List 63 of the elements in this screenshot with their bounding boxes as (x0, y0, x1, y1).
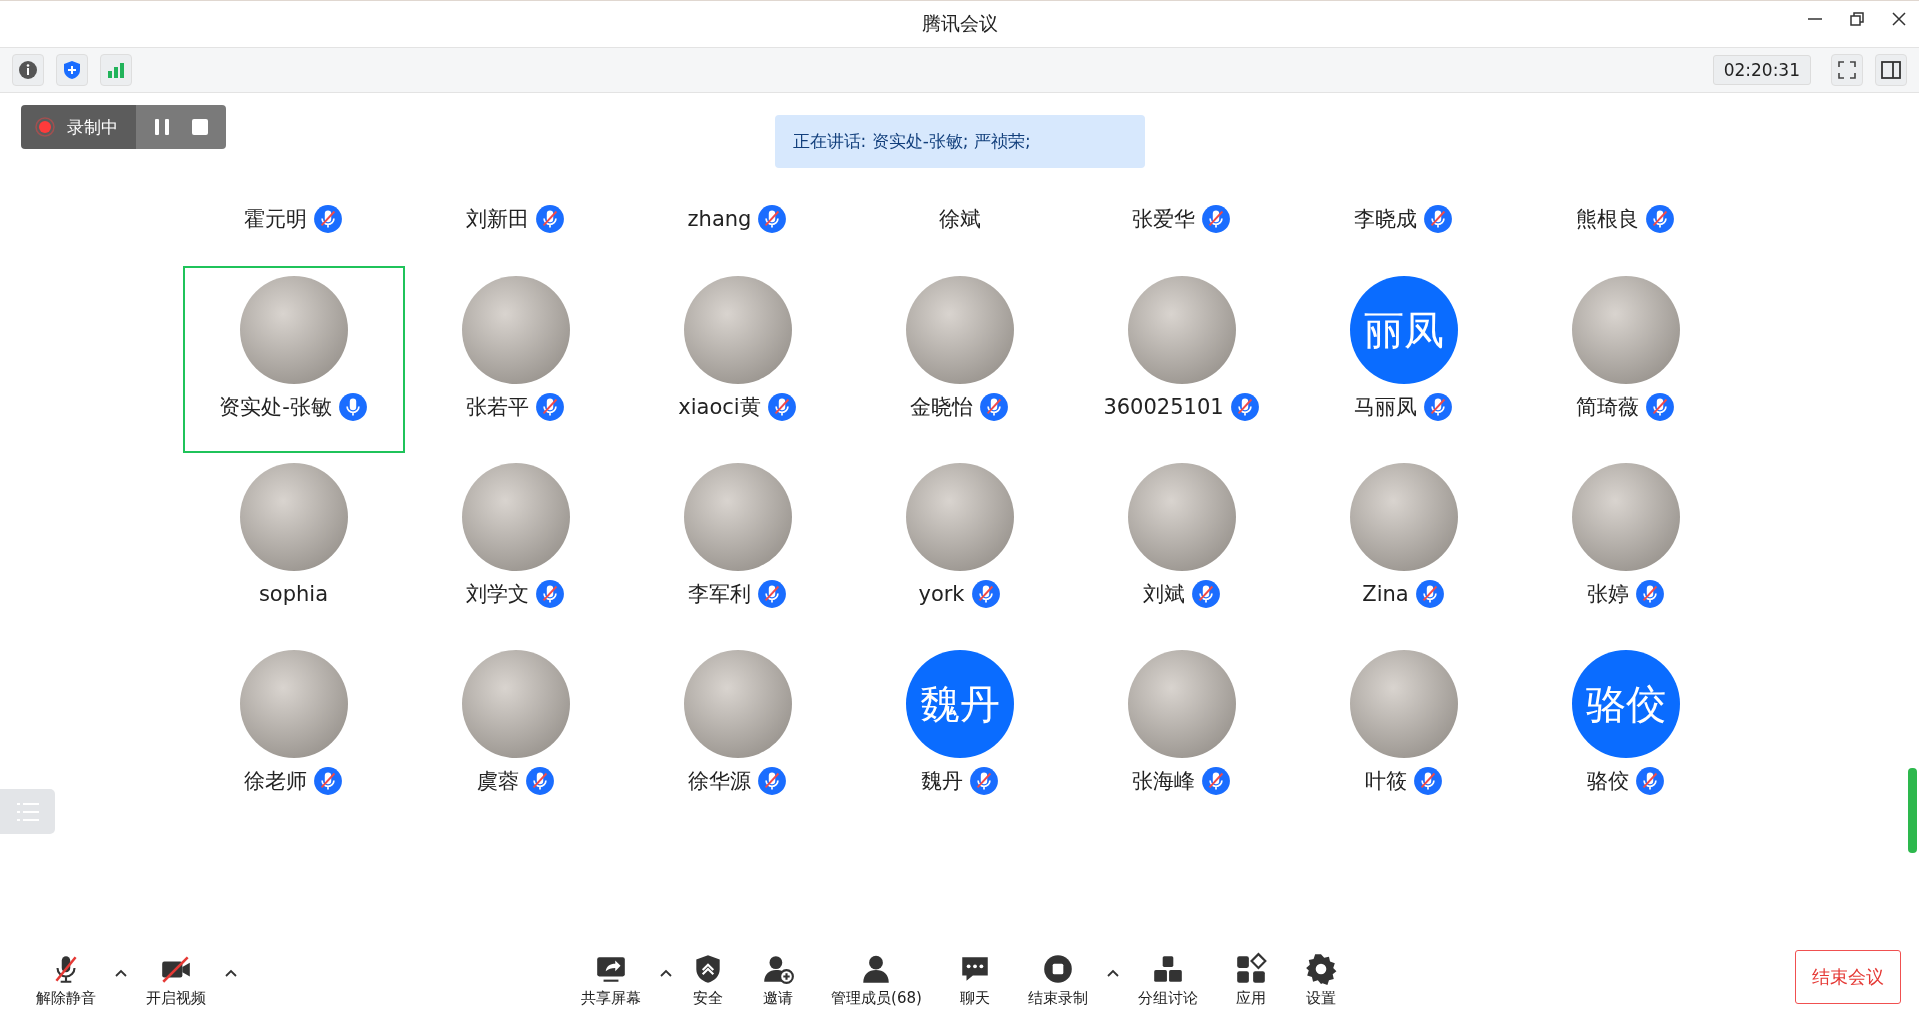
participant-name: 张若平 (466, 394, 529, 421)
sidebar-button[interactable] (1875, 54, 1907, 86)
participant-name: 李军利 (688, 581, 751, 608)
avatar-initials: 丽凤 (1349, 276, 1458, 384)
caret-icon[interactable] (114, 968, 128, 978)
participant-name: sophia (258, 582, 329, 606)
toolbar-button[interactable]: 结束录制 (1009, 952, 1106, 1008)
speaking-banner: 正在讲话: 资实处-张敏; 严祯荣; (774, 115, 1145, 168)
toolbar-button[interactable]: 邀请 (743, 952, 814, 1008)
sidebar-icon (1880, 59, 1902, 81)
participant-name: 刘学文 (466, 581, 529, 608)
participant-name: 马丽凤 (1354, 394, 1417, 421)
participant-name: 熊根良 (1576, 206, 1639, 233)
participant-name: 徐老师 (244, 768, 307, 795)
participant-tile[interactable]: 资实处-张敏 (182, 266, 405, 453)
fullscreen-button[interactable] (1831, 54, 1863, 86)
caret-icon[interactable] (659, 968, 674, 978)
participant-name: 李晓成 (1354, 206, 1417, 233)
participant-name: 魏丹 (920, 768, 963, 795)
toolbar-button[interactable]: 分组讨论 (1119, 952, 1216, 1008)
participant-name: 金晓怡 (910, 394, 973, 421)
participant-name: 霍元明 (244, 206, 307, 233)
list-toggle-button[interactable] (0, 789, 55, 834)
participant-name: zhang (687, 207, 752, 231)
toolbar-button[interactable]: 管理成员(68) (813, 952, 940, 1008)
participant-name: 360025101 (1103, 395, 1224, 419)
restore-icon[interactable] (1847, 9, 1867, 29)
meeting-timer: 02:20:31 (1712, 55, 1811, 85)
participant-name: 徐华源 (688, 768, 751, 795)
participant-name: 张爱华 (1132, 206, 1195, 233)
avatar-initials: 魏丹 (905, 650, 1014, 758)
participant-name: Zina (1362, 582, 1409, 606)
participant-name: 张海峰 (1132, 768, 1195, 795)
caret-icon[interactable] (224, 968, 238, 978)
participant-name: 骆佼 (1586, 768, 1629, 795)
toolbar-button[interactable]: 共享屏幕 (563, 952, 660, 1008)
avatar-initials: 骆佼 (1571, 650, 1680, 758)
fullscreen-icon (1836, 59, 1858, 81)
toolbar-button[interactable]: 设置 (1285, 952, 1356, 1008)
participant-name: 刘新田 (466, 206, 529, 233)
participant-name: 简琦薇 (1576, 394, 1639, 421)
participant-name: 徐斌 (938, 206, 981, 233)
participant-name: 叶筱 (1364, 768, 1407, 795)
toolbar-button[interactable]: 聊天 (939, 952, 1010, 1008)
participant-name: xiaoci黄 (678, 394, 761, 421)
toolbar-button[interactable]: 开启视频 (128, 952, 224, 1008)
caret-icon[interactable] (1105, 968, 1120, 978)
record-icon (35, 117, 55, 137)
toolbar-button[interactable]: 解除静音 (18, 952, 114, 1008)
participant-name: 虞蓉 (476, 768, 519, 795)
recording-label: 录制中 (67, 115, 118, 139)
end-meeting-button[interactable]: 结束会议 (1795, 950, 1901, 1004)
participant-name: 刘斌 (1142, 581, 1185, 608)
toolbar-button[interactable]: 安全 (673, 952, 744, 1008)
info-icon (17, 59, 39, 81)
shield-icon (61, 59, 83, 81)
window-title: 腾讯会议 (921, 11, 998, 36)
participant-name: 张婷 (1586, 581, 1629, 608)
security-button[interactable] (56, 54, 88, 86)
info-button[interactable] (12, 54, 44, 86)
participant-name: york (918, 582, 965, 606)
participant-name: 资实处-张敏 (219, 394, 332, 421)
toolbar-button[interactable]: 应用 (1215, 952, 1286, 1008)
